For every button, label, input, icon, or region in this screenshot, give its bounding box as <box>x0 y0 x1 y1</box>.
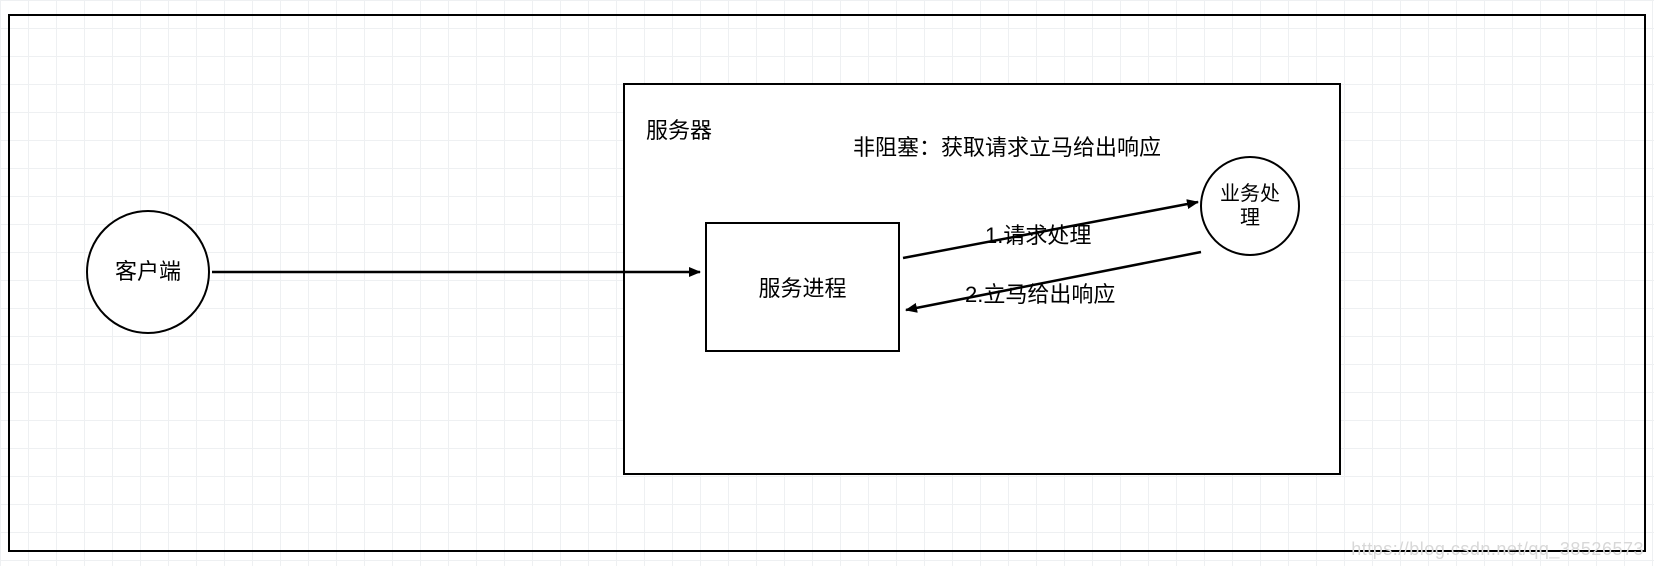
business-process-label: 业务处 理 <box>1220 182 1280 230</box>
business-process-node: 业务处 理 <box>1200 156 1300 256</box>
arrow1-label: 1.请求处理 <box>985 218 1091 250</box>
server-label: 服务器 <box>646 113 712 145</box>
client-node: 客户端 <box>86 210 210 334</box>
service-process-label: 服务进程 <box>758 271 846 303</box>
arrow2-label: 2.立马给出响应 <box>965 277 1115 309</box>
service-process-box: 服务进程 <box>705 222 900 352</box>
watermark: https://blog.csdn.net/qq_38526573 <box>1351 539 1644 560</box>
client-label: 客户端 <box>115 259 181 285</box>
nonblocking-note: 非阻塞：获取请求立马给出响应 <box>853 130 1161 162</box>
